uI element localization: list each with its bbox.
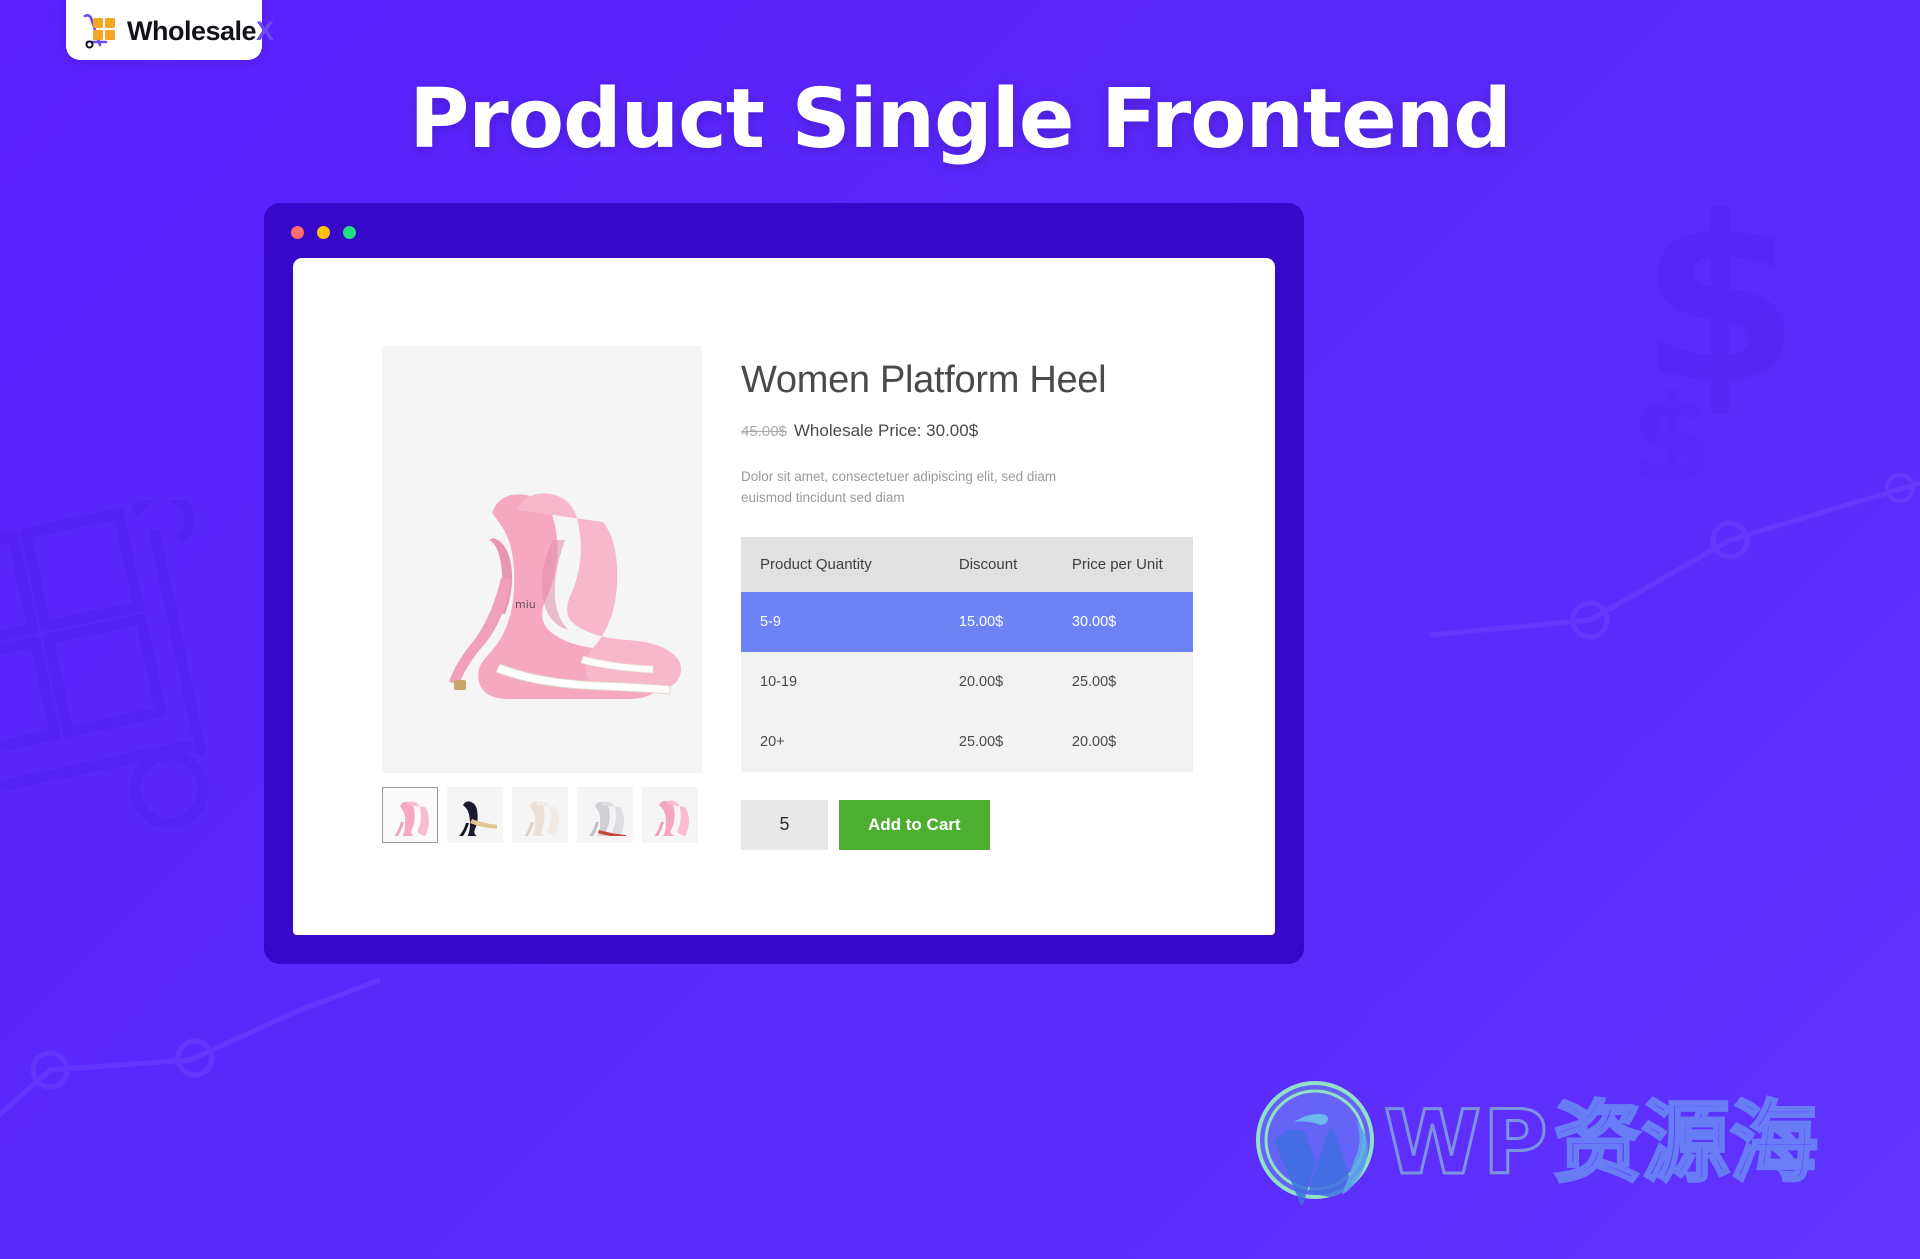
cell-price-per-unit: 30.00$ xyxy=(1052,591,1193,652)
column-header-discount: Discount xyxy=(939,536,1053,592)
close-dot[interactable] xyxy=(291,225,304,239)
product-single-layout: miu Women Platform Heel 45.00$ Wholesale… xyxy=(382,346,1201,850)
cell-quantity: 10-19 xyxy=(741,651,940,712)
product-main-image[interactable]: miu xyxy=(382,346,702,773)
brand-logo-accent: X xyxy=(256,16,274,46)
product-info: Women Platform Heel 45.00$ Wholesale Pri… xyxy=(741,346,1201,850)
product-gallery: miu xyxy=(382,346,702,850)
page-title: Product Single Frontend xyxy=(409,72,1512,167)
browser-viewport: miu Women Platform Heel 45.00$ Wholesale… xyxy=(293,258,1275,935)
cell-discount: 15.00$ xyxy=(939,591,1053,652)
add-to-cart-row: Add to Cart xyxy=(741,799,1201,850)
table-row[interactable]: 5-9 15.00$ 30.00$ xyxy=(741,591,1193,652)
cell-discount: 25.00$ xyxy=(939,711,1053,772)
svg-text:miu: miu xyxy=(515,598,536,611)
trolley-boxes-icon xyxy=(80,11,120,51)
add-to-cart-button[interactable]: Add to Cart xyxy=(839,799,990,850)
browser-window: miu Women Platform Heel 45.00$ Wholesale… xyxy=(264,203,1304,964)
thumb-glitter-heels[interactable] xyxy=(577,787,633,843)
product-thumbnail-list xyxy=(382,787,702,843)
browser-title-bar xyxy=(264,203,1304,261)
product-description: Dolor sit amet, consectetuer adipiscing … xyxy=(741,468,1057,505)
wordpress-icon xyxy=(1250,1075,1380,1210)
column-header-price-per-unit: Price per Unit xyxy=(1052,536,1193,592)
cell-quantity: 20+ xyxy=(741,711,940,772)
column-header-quantity: Product Quantity xyxy=(741,536,940,592)
thumb-black-heels[interactable] xyxy=(447,787,503,843)
table-header-row: Product Quantity Discount Price per Unit xyxy=(741,536,1193,592)
brand-logo: WholesaleX xyxy=(66,0,274,60)
product-price-row: 45.00$ Wholesale Price: 30.00$ xyxy=(741,421,1201,441)
cell-quantity: 5-9 xyxy=(741,591,940,652)
svg-text:$: $ xyxy=(1640,180,1800,435)
site-watermark: WP 资源海 xyxy=(1250,1075,1819,1210)
wholesale-tier-table: Product Quantity Discount Price per Unit… xyxy=(741,536,1193,772)
table-row[interactable]: 20+ 25.00$ 20.00$ xyxy=(741,711,1193,772)
thumb-nude-heels[interactable] xyxy=(512,787,568,843)
watermark-latin-text: WP xyxy=(1383,1090,1550,1194)
quantity-input[interactable] xyxy=(741,799,828,850)
product-title: Women Platform Heel xyxy=(741,359,1107,401)
product-price-original: 45.00$ xyxy=(741,422,787,440)
minimize-dot[interactable] xyxy=(317,225,330,239)
cell-price-per-unit: 25.00$ xyxy=(1052,651,1193,712)
table-row[interactable]: 10-19 20.00$ 25.00$ xyxy=(741,651,1193,712)
cell-discount: 20.00$ xyxy=(939,651,1053,712)
trolley-watermark-icon xyxy=(0,487,270,865)
dollar-sign-watermark-icon: $ $ xyxy=(1620,168,1850,509)
watermark-cjk-text: 资源海 xyxy=(1552,1090,1819,1194)
thumb-pink-heels[interactable] xyxy=(382,787,438,843)
maximize-dot[interactable] xyxy=(343,225,356,239)
product-price-wholesale: Wholesale Price: 30.00$ xyxy=(793,420,979,440)
poster-canvas: $ $ WholesaleX Product Single Frontend m… xyxy=(0,0,1920,1259)
cell-price-per-unit: 20.00$ xyxy=(1052,711,1193,772)
svg-text:$: $ xyxy=(1630,370,1714,480)
thumb-pink-heels-alt[interactable] xyxy=(642,787,698,843)
brand-logo-text: WholesaleX xyxy=(127,16,274,46)
trend-line-decoration-right xyxy=(1427,420,1920,725)
